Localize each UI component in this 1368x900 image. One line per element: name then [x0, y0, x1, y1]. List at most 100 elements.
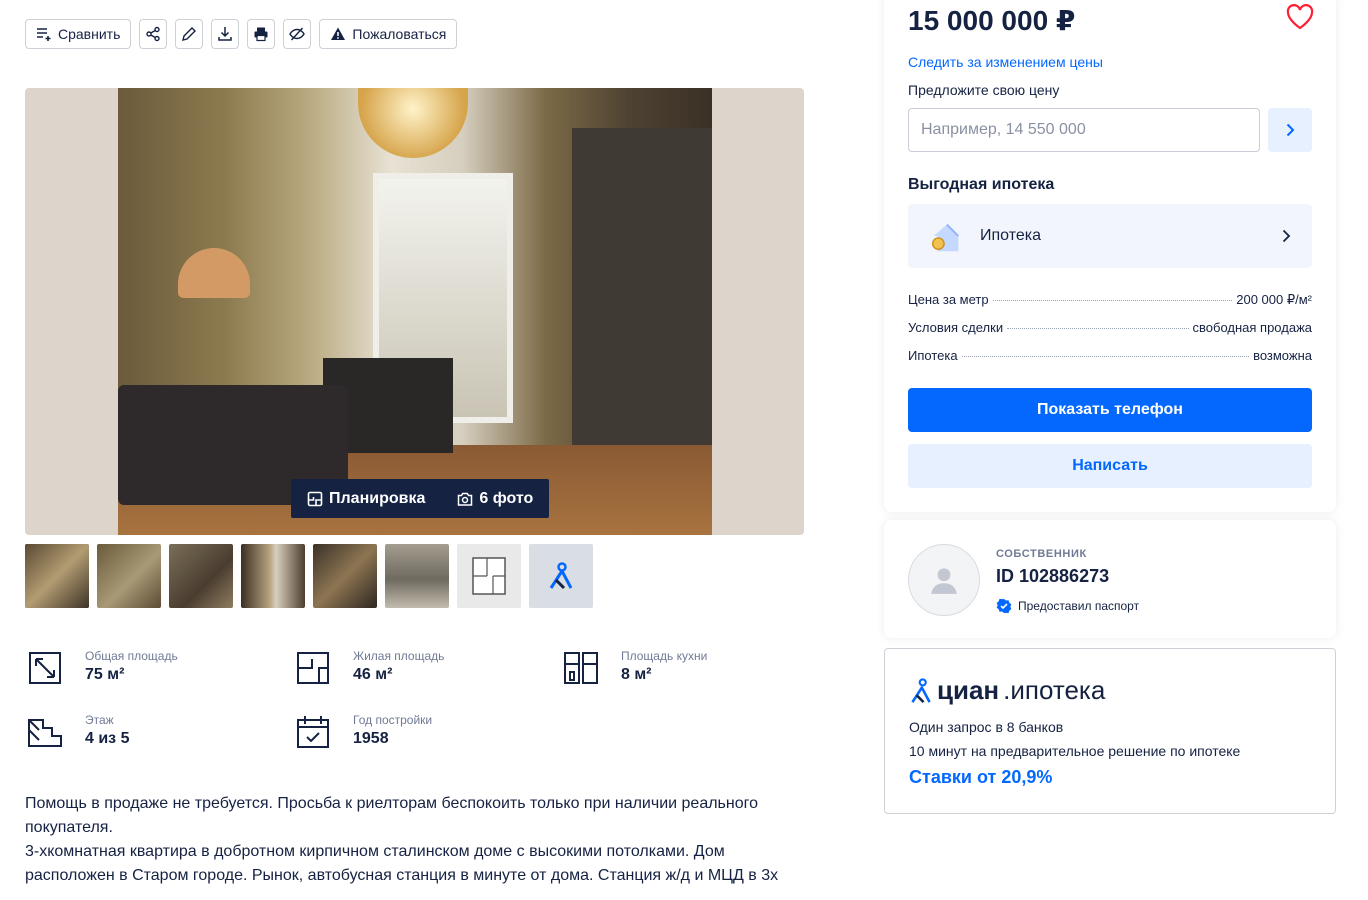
- dotted-leader: [992, 300, 1233, 301]
- mortgage-title: Выгодная ипотека: [908, 176, 1055, 193]
- logo-sub-text: .ипотека: [1003, 675, 1106, 705]
- map-pin-icon: [549, 562, 573, 590]
- photo-chandelier-shape: [358, 88, 468, 158]
- cian-mortgage-logo: циан .ипотека: [909, 675, 1105, 706]
- thumbnail-strip: [25, 544, 593, 608]
- listing-page: Сравнить Пожаловаться Планировка 6 фото …: [0, 0, 1368, 900]
- map-thumbnail[interactable]: [529, 544, 593, 608]
- verified-check-icon: [996, 598, 1012, 614]
- thumbnail[interactable]: [313, 544, 377, 608]
- suggest-price-submit-button[interactable]: [1268, 108, 1312, 152]
- owner-card: СОБСТВЕННИК ID 102886273 Предоставил пас…: [884, 520, 1336, 638]
- compare-button[interactable]: Сравнить: [25, 19, 132, 49]
- thumbnail[interactable]: [385, 544, 449, 608]
- calendar-icon: [297, 716, 329, 748]
- favorite-heart-icon[interactable]: [1286, 4, 1314, 30]
- fact-label: Год постройки: [353, 713, 433, 727]
- mortgage-banner[interactable]: Ипотека: [908, 204, 1312, 268]
- fact-total-area: Общая площадь 75 м²: [25, 648, 178, 688]
- print-button[interactable]: [247, 19, 276, 49]
- floorplan-thumbnail[interactable]: [457, 544, 521, 608]
- photo-gallery[interactable]: Планировка 6 фото: [25, 88, 804, 535]
- promo-line: Один запрос в 8 банков: [909, 719, 1064, 735]
- chevron-right-icon: [1282, 229, 1291, 243]
- edit-icon: [182, 27, 197, 41]
- plan-label: Планировка: [329, 489, 426, 507]
- stairs-icon: [28, 719, 62, 747]
- owner-id[interactable]: ID 102886273: [996, 566, 1109, 587]
- fact-value: 1958: [353, 730, 389, 747]
- fact-label: Жилая площадь: [353, 649, 445, 663]
- detail-value: 200 000 ₽/м²: [1236, 292, 1312, 307]
- hide-button[interactable]: [283, 19, 312, 49]
- thumbnail[interactable]: [25, 544, 89, 608]
- fact-value: 46 м²: [353, 666, 393, 683]
- thumbnail[interactable]: [241, 544, 305, 608]
- edit-button[interactable]: [175, 19, 204, 49]
- hide-icon: [289, 27, 306, 41]
- price: 15 000 000 ₽: [908, 5, 1076, 36]
- photos-button[interactable]: 6 фото: [441, 479, 549, 518]
- logo-main-text: циан: [937, 675, 1000, 705]
- fact-value: 8 м²: [621, 666, 652, 683]
- total-area-icon: [29, 652, 61, 684]
- living-area-icon: [297, 652, 329, 684]
- thumbnail[interactable]: [169, 544, 233, 608]
- complain-button[interactable]: Пожаловаться: [319, 19, 458, 49]
- plan-button[interactable]: Планировка: [291, 479, 441, 518]
- promo-line: 10 минут на предварительное решение по и…: [909, 743, 1241, 759]
- fact-label: Площадь кухни: [621, 649, 708, 663]
- follow-price-link[interactable]: Следить за изменением цены: [908, 54, 1103, 70]
- listing-toolbar: Сравнить Пожаловаться: [25, 19, 458, 49]
- fact-value: 75 м²: [85, 666, 125, 683]
- detail-key: Цена за метр: [908, 292, 989, 307]
- offer-detail-row: Цена за метр 200 000 ₽/м²: [908, 292, 1312, 320]
- warning-icon: [331, 27, 346, 40]
- fact-label: Общая площадь: [85, 649, 178, 663]
- camera-icon: [458, 492, 473, 506]
- show-phone-button[interactable]: Показать телефон: [908, 388, 1312, 432]
- cian-mortgage-promo[interactable]: циан .ипотека Один запрос в 8 банков 10 м…: [884, 648, 1336, 814]
- detail-key: Ипотека: [908, 348, 958, 363]
- fact-kitchen-area: Площадь кухни 8 м²: [561, 648, 707, 688]
- compare-label: Сравнить: [58, 26, 121, 42]
- floorplan-drawing: [472, 557, 506, 595]
- listing-description: Помощь в продаже не требуется. Просьба к…: [25, 792, 805, 888]
- avatar: [908, 544, 980, 616]
- offer-detail-row: Ипотека возможна: [908, 348, 1312, 376]
- chevron-right-icon: [1286, 123, 1295, 137]
- download-button[interactable]: [211, 19, 240, 49]
- description-line: 3-хкомнатная квартира в добротном кирпич…: [25, 843, 725, 860]
- owner-verified: Предоставил паспорт: [996, 598, 1139, 614]
- fact-value: 4 из 5: [85, 730, 130, 747]
- photo-lamp-shape: [178, 248, 250, 298]
- description-line: Помощь в продаже не требуется. Просьба к…: [25, 795, 759, 812]
- offer-details: Цена за метр 200 000 ₽/м² Условия сделки с…: [908, 292, 1312, 376]
- cian-logo-icon: [911, 677, 931, 703]
- suggest-price-input[interactable]: [908, 108, 1260, 152]
- suggest-price-label: Предложите свою цену: [908, 82, 1060, 98]
- detail-key: Условия сделки: [908, 320, 1004, 335]
- write-message-button[interactable]: Написать: [908, 444, 1312, 488]
- thumbnail[interactable]: [97, 544, 161, 608]
- compare-icon: [37, 28, 51, 41]
- user-icon: [931, 568, 957, 594]
- photos-label: 6 фото: [479, 489, 534, 507]
- promo-rate: Ставки от 20,9%: [909, 767, 1053, 787]
- offer-card: 15 000 000 ₽ Следить за изменением цены …: [884, 0, 1336, 512]
- owner-verified-label: Предоставил паспорт: [1018, 599, 1140, 613]
- description-line: расположен в Старом городе. Рынок, автоб…: [25, 867, 779, 884]
- main-photo[interactable]: [118, 88, 712, 535]
- description-line: покупателя.: [25, 819, 113, 836]
- fact-build-year: Год постройки 1958: [293, 712, 432, 752]
- house-coin-icon: [931, 223, 959, 252]
- gallery-badges: Планировка 6 фото: [291, 479, 550, 518]
- fact-label: Этаж: [85, 713, 114, 727]
- detail-value: свободная продажа: [1192, 320, 1312, 335]
- owner-role: СОБСТВЕННИК: [996, 548, 1087, 560]
- mortgage-banner-label: Ипотека: [980, 227, 1042, 244]
- kitchen-icon: [564, 652, 598, 684]
- share-button[interactable]: [139, 19, 168, 49]
- print-icon: [254, 27, 268, 42]
- offer-detail-row: Условия сделки свободная продажа: [908, 320, 1312, 348]
